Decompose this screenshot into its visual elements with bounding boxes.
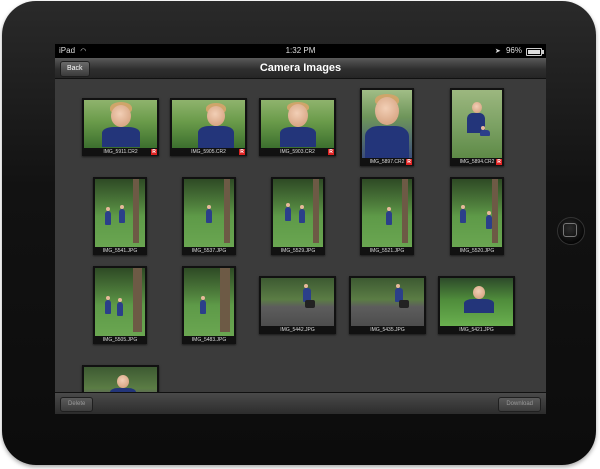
image-thumbnail[interactable]: IMG_5435.JPG [349,276,426,334]
photo [452,179,502,247]
image-thumbnail[interactable]: IMG_5529.JPG [271,177,325,255]
photo [261,278,334,326]
home-button-icon [563,223,577,237]
photo [184,179,234,247]
delete-button[interactable]: Delete [60,397,94,412]
image-filename: IMG_5903.CR2 [280,149,315,155]
clock: 1:32 PM [285,46,316,55]
image-thumbnail[interactable]: IMG_5421.JPG [438,276,515,334]
raw-badge-icon: R [328,149,334,155]
image-filename: IMG_5435.JPG [370,327,405,333]
image-filename: IMG_5421.JPG [459,327,494,333]
raw-badge-icon: R [406,159,412,165]
image-filename: IMG_5911.CR2 [103,149,138,155]
photo [84,100,157,148]
image-thumbnail[interactable]: IMG_5483.JPG [182,266,236,344]
photo [172,100,245,148]
image-filename: IMG_5537.JPG [191,248,227,254]
photo [184,268,234,336]
image-grid: IMG_5911.CR2 R IMG_5905.CR2 R IMG_5903.C… [55,79,546,414]
image-thumbnail[interactable]: IMG_5505.JPG [93,266,147,344]
location-arrow-icon: ➤ [494,48,501,55]
bottom-toolbar: Delete Download [55,392,546,414]
image-thumbnail[interactable]: IMG_5894.CR2 R [450,88,504,166]
status-bar: iPad ◠ 1:32 PM ➤ 96% [55,44,546,58]
image-thumbnail[interactable]: IMG_5521.JPG [360,177,414,255]
photo [351,278,424,326]
app-screen: iPad ◠ 1:32 PM ➤ 96% Back Camera Images … [55,44,546,414]
image-filename: IMG_5529.JPG [280,248,316,254]
image-filename: IMG_5483.JPG [191,337,227,343]
page-title: Camera Images [259,62,342,74]
raw-badge-icon: R [239,149,245,155]
image-filename: IMG_5442.JPG [280,327,315,333]
battery-level [528,50,540,54]
photo [452,90,502,158]
photo [95,179,145,247]
image-thumbnail[interactable]: IMG_5897.CR2 R [360,88,414,166]
download-button[interactable]: Download [498,397,541,412]
image-thumbnail[interactable]: IMG_5520.JPG [450,177,504,255]
image-thumbnail[interactable]: IMG_5903.CR2 R [259,98,336,156]
photo [362,90,412,158]
image-filename: IMG_5505.JPG [102,337,138,343]
photo [273,179,323,247]
image-filename: IMG_5520.JPG [459,248,495,254]
photo [95,268,145,336]
image-thumbnail[interactable]: IMG_5541.JPG [93,177,147,255]
image-thumbnail[interactable]: IMG_5537.JPG [182,177,236,255]
image-filename: IMG_5521.JPG [369,248,405,254]
battery-icon [526,48,544,56]
image-thumbnail[interactable]: IMG_5905.CR2 R [170,98,247,156]
raw-badge-icon: R [496,159,502,165]
image-filename: IMG_5905.CR2 [191,149,226,155]
image-thumbnail[interactable]: IMG_5442.JPG [259,276,336,334]
photo [261,100,334,148]
image-filename: IMG_5541.JPG [102,248,138,254]
navigation-bar: Back Camera Images [55,58,546,79]
photo [362,179,412,247]
battery-percent: 96% [505,46,522,55]
image-thumbnail[interactable]: IMG_5911.CR2 R [82,98,159,156]
photo [440,278,513,326]
raw-badge-icon: R [151,149,157,155]
